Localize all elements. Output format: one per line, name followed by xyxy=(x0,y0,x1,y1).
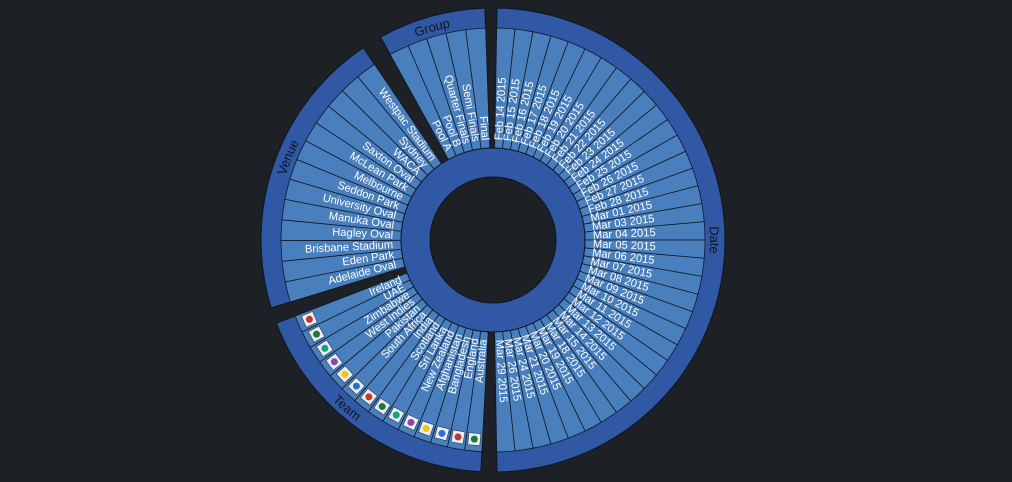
date-title: Date xyxy=(707,226,722,254)
sunburst-diagram: Feb 14 2015Feb 15 2015Feb 16 2015Feb 17 … xyxy=(260,7,726,473)
flag-australia-icon xyxy=(467,432,482,446)
flag-england-icon xyxy=(450,429,466,445)
group-label: Final xyxy=(477,116,491,141)
center-hole xyxy=(429,176,557,304)
